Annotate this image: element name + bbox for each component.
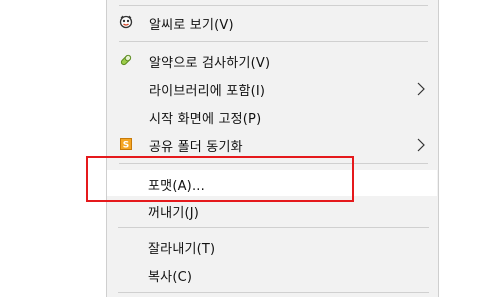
menu-item-alyac-scan[interactable]: 알약으로 검사하기(V) [107, 49, 438, 71]
menu-item-sync-shared-folder[interactable]: S 공유 폴더 동기화 [107, 133, 438, 155]
menu-item-label: 공유 폴더 동기화 [149, 140, 243, 155]
context-menu: 알씨로 보기(V) 알약으로 검사하기(V) 라이브러리에 포함(I) 시작 화… [106, 0, 439, 297]
menu-item-label: 라이브러리에 포함(I) [149, 84, 266, 99]
menu-item-label: 알약으로 검사하기(V) [149, 56, 271, 71]
menu-item-alsee-view[interactable]: 알씨로 보기(V) [107, 11, 438, 33]
menu-separator [119, 41, 428, 42]
menu-item-pin-to-start[interactable]: 시작 화면에 고정(P) [107, 105, 438, 127]
highlight-annotation-box [86, 156, 354, 202]
alyac-icon [119, 53, 133, 67]
menu-item-include-library[interactable]: 라이브러리에 포함(I) [107, 77, 438, 99]
alsee-icon [119, 15, 133, 29]
svg-text:S: S [123, 141, 129, 151]
chevron-right-icon [416, 81, 426, 96]
menu-item-label: 알씨로 보기(V) [149, 18, 234, 33]
screenshot-stage: 알씨로 보기(V) 알약으로 검사하기(V) 라이브러리에 포함(I) 시작 화… [0, 0, 479, 297]
chevron-right-icon [416, 137, 426, 152]
sync-folder-icon: S [119, 137, 133, 151]
menu-separator [119, 5, 428, 6]
menu-item-label: 시작 화면에 고정(P) [149, 112, 262, 127]
